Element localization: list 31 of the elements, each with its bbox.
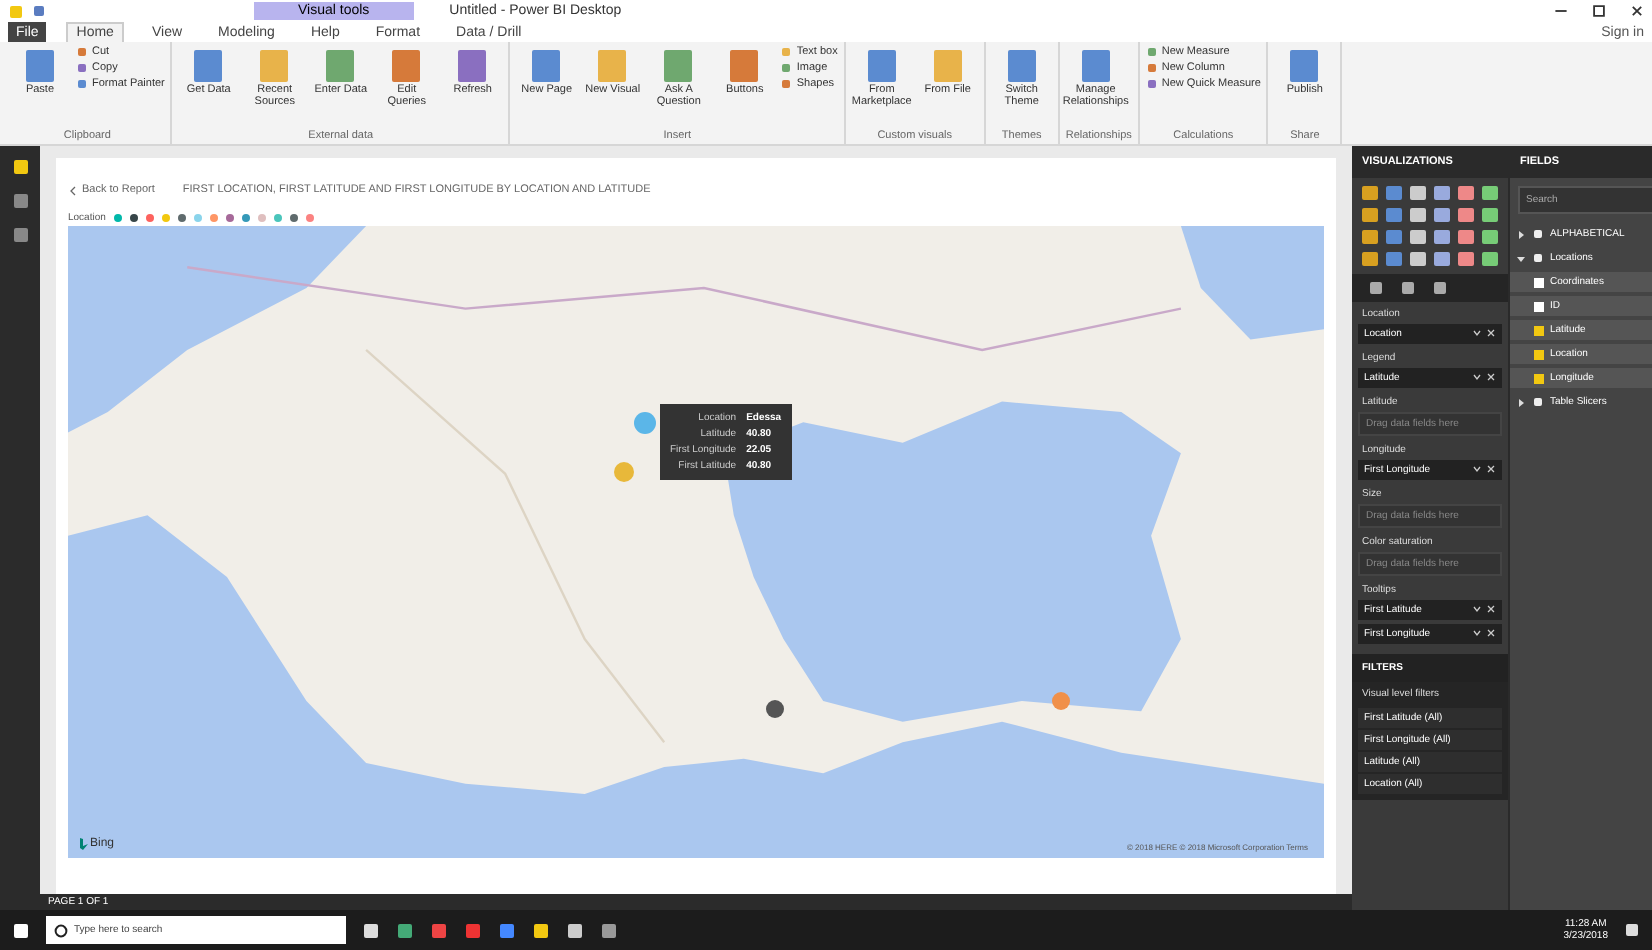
remove-icon[interactable]	[1486, 464, 1496, 474]
chevron-down-icon[interactable]	[1472, 628, 1482, 638]
chevron-down-icon[interactable]	[1472, 464, 1482, 474]
report-view-icon	[11, 158, 29, 176]
map-marker[interactable]	[634, 412, 656, 434]
minimize-icon[interactable]	[1554, 4, 1568, 18]
chevron-down-icon[interactable]	[1472, 372, 1482, 382]
chevron-left-icon	[68, 185, 78, 195]
map-marker[interactable]	[614, 462, 634, 482]
remove-icon[interactable]	[1486, 604, 1496, 614]
caret-icon[interactable]	[1516, 253, 1526, 263]
chevron-down-icon[interactable]	[1472, 328, 1482, 338]
caret-icon[interactable]	[1516, 229, 1526, 239]
caret-icon[interactable]	[1516, 397, 1526, 407]
checkbox[interactable]	[1534, 277, 1544, 287]
remove-icon[interactable]	[1486, 372, 1496, 382]
checkbox[interactable]	[1534, 325, 1544, 335]
maximize-icon[interactable]	[1592, 4, 1606, 18]
checkbox[interactable]	[1534, 349, 1544, 359]
checkbox[interactable]	[1534, 301, 1544, 311]
remove-icon[interactable]	[1486, 628, 1496, 638]
app-logo-icon	[8, 3, 24, 19]
bing-logo-icon	[80, 838, 88, 850]
chevron-down-icon[interactable]	[1472, 604, 1482, 614]
map-marker[interactable]	[1052, 692, 1070, 710]
notification-icon	[1624, 922, 1640, 938]
remove-icon[interactable]	[1486, 328, 1496, 338]
map-marker[interactable]	[766, 700, 784, 718]
checkbox[interactable]	[1534, 373, 1544, 383]
search-icon	[54, 923, 68, 937]
close-icon[interactable]	[1630, 4, 1644, 18]
